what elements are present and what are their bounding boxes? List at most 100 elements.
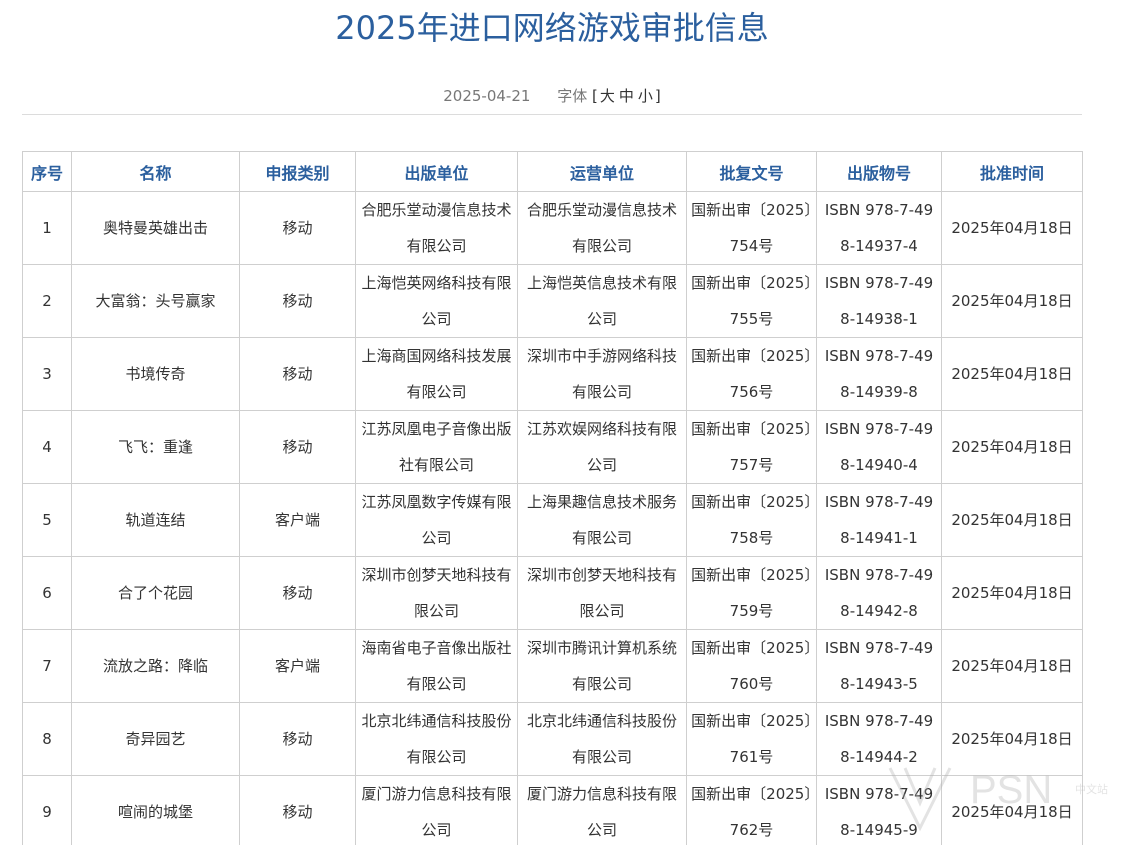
table-cell-approval-date: 2025年04月18日: [941, 191, 1083, 265]
table-cell-publisher: 上海商国网络科技发展有限公司: [355, 337, 518, 411]
table-cell-category: 移动: [239, 775, 356, 845]
publish-date: 2025-04-21: [443, 87, 531, 105]
table-cell-isbn: ISBN 978-7-498-14940-4: [816, 410, 942, 484]
table-cell-index: 7: [22, 629, 72, 703]
table-cell-publisher: 厦门游力信息科技有限公司: [355, 775, 518, 845]
column-header-approval-date: 批准时间: [941, 151, 1083, 192]
table-cell-index: 1: [22, 191, 72, 265]
table-cell-publisher: 海南省电子音像出版社有限公司: [355, 629, 518, 703]
table-cell-approval-date: 2025年04月18日: [941, 775, 1083, 845]
column-header-isbn: 出版物号: [816, 151, 942, 192]
table-cell-isbn: ISBN 978-7-498-14942-8: [816, 556, 942, 630]
table-cell-operator: 深圳市腾讯计算机系统有限公司: [517, 629, 687, 703]
table-cell-approval-no: 国新出审〔2025〕754号: [686, 191, 817, 265]
font-medium-button[interactable]: 中: [619, 87, 634, 105]
table-cell-approval-no: 国新出审〔2025〕756号: [686, 337, 817, 411]
font-large-button[interactable]: 大: [600, 87, 615, 105]
table-cell-approval-date: 2025年04月18日: [941, 556, 1083, 630]
table-cell-category: 移动: [239, 702, 356, 776]
table-cell-approval-date: 2025年04月18日: [941, 410, 1083, 484]
table-row: 9 喧闹的城堡 移动 厦门游力信息科技有限公司 厦门游力信息科技有限公司 国新出审〔202…: [22, 775, 1083, 845]
table-cell-publisher: 合肥乐堂动漫信息技术有限公司: [355, 191, 518, 265]
table-cell-approval-no: 国新出审〔2025〕762号: [686, 775, 817, 845]
table-cell-operator: 深圳市中手游网络科技有限公司: [517, 337, 687, 411]
table-cell-index: 4: [22, 410, 72, 484]
table-cell-isbn: ISBN 978-7-498-14944-2: [816, 702, 942, 776]
table-cell-name: 奥特曼英雄出击: [71, 191, 240, 265]
table-cell-index: 9: [22, 775, 72, 845]
table-cell-name: 奇异园艺: [71, 702, 240, 776]
table-cell-name: 流放之路：降临: [71, 629, 240, 703]
font-size-switcher: [大中小]: [592, 87, 661, 105]
table-cell-index: 8: [22, 702, 72, 776]
table-row: 7 流放之路：降临 客户端 海南省电子音像出版社有限公司 深圳市腾讯计算机系统有限公司国…: [22, 629, 1083, 703]
table-row: 3 书境传奇 移动 上海商国网络科技发展有限公司 深圳市中手游网络科技有限公司 国新出审〔…: [22, 337, 1083, 411]
column-header-publisher: 出版单位: [355, 151, 518, 192]
table-cell-category: 客户端: [239, 483, 356, 557]
table-row: 1 奥特曼英雄出击 移动 合肥乐堂动漫信息技术有限公司 合肥乐堂动漫信息技术有限公司 国新…: [22, 191, 1083, 265]
column-header-name: 名称: [71, 151, 240, 192]
table-cell-category: 移动: [239, 191, 356, 265]
table-cell-name: 轨道连结: [71, 483, 240, 557]
table-cell-approval-no: 国新出审〔2025〕757号: [686, 410, 817, 484]
table-cell-publisher: 江苏凤凰数字传媒有限公司: [355, 483, 518, 557]
table-row: 8 奇异园艺 移动 北京北纬通信科技股份有限公司 北京北纬通信科技股份有限公司 国新出审〔…: [22, 702, 1083, 776]
table-cell-isbn: ISBN 978-7-498-14937-4: [816, 191, 942, 265]
font-bracket-close: ]: [654, 87, 661, 105]
table-cell-category: 客户端: [239, 629, 356, 703]
table-cell-operator: 合肥乐堂动漫信息技术有限公司: [517, 191, 687, 265]
table-cell-category: 移动: [239, 337, 356, 411]
table-cell-operator: 江苏欢娱网络科技有限公司: [517, 410, 687, 484]
table-cell-approval-no: 国新出审〔2025〕758号: [686, 483, 817, 557]
table-header-row: 序号 名称 申报类别 出版单位 运营单位 批复文号 出版物号 批准时间: [22, 151, 1083, 192]
table-cell-publisher: 上海恺英网络科技有限公司: [355, 264, 518, 338]
table-row: 2 大富翁：头号赢家 移动 上海恺英网络科技有限公司 上海恺英信息技术有限公司 国新出审〔…: [22, 264, 1083, 338]
table-cell-index: 3: [22, 337, 72, 411]
table-cell-approval-no: 国新出审〔2025〕761号: [686, 702, 817, 776]
table-cell-name: 飞飞：重逢: [71, 410, 240, 484]
table-cell-operator: 深圳市创梦天地科技有限公司: [517, 556, 687, 630]
column-header-category: 申报类别: [239, 151, 356, 192]
table-cell-operator: 北京北纬通信科技股份有限公司: [517, 702, 687, 776]
column-header-index: 序号: [22, 151, 72, 192]
table-cell-index: 5: [22, 483, 72, 557]
table-cell-name: 合了个花园: [71, 556, 240, 630]
table-cell-name: 大富翁：头号赢家: [71, 264, 240, 338]
table-cell-isbn: ISBN 978-7-498-14945-9: [816, 775, 942, 845]
column-header-operator: 运营单位: [517, 151, 687, 192]
table-cell-approval-no: 国新出审〔2025〕759号: [686, 556, 817, 630]
font-size-label: 字体: [557, 87, 588, 105]
article-meta: 2025-04-21 字体 [大中小]: [0, 86, 1104, 106]
table-row: 6 合了个花园 移动 深圳市创梦天地科技有限公司 深圳市创梦天地科技有限公司 国新出审〔2…: [22, 556, 1083, 630]
title-divider: [22, 114, 1082, 115]
table-cell-approval-date: 2025年04月18日: [941, 264, 1083, 338]
table-cell-approval-date: 2025年04月18日: [941, 629, 1083, 703]
table-cell-isbn: ISBN 978-7-498-14943-5: [816, 629, 942, 703]
page: 2025年进口网络游戏审批信息 2025-04-21 字体 [大中小] 序号 名称…: [0, 0, 1123, 845]
column-header-approval-no: 批复文号: [686, 151, 817, 192]
table-cell-publisher: 深圳市创梦天地科技有限公司: [355, 556, 518, 630]
table-cell-publisher: 江苏凤凰电子音像出版社有限公司: [355, 410, 518, 484]
table-cell-name: 喧闹的城堡: [71, 775, 240, 845]
table-body: 1 奥特曼英雄出击 移动 合肥乐堂动漫信息技术有限公司 合肥乐堂动漫信息技术有限公司 国新…: [22, 191, 1083, 845]
table-cell-name: 书境传奇: [71, 337, 240, 411]
table-cell-isbn: ISBN 978-7-498-14941-1: [816, 483, 942, 557]
table-cell-publisher: 北京北纬通信科技股份有限公司: [355, 702, 518, 776]
table-cell-category: 移动: [239, 264, 356, 338]
table-cell-operator: 厦门游力信息科技有限公司: [517, 775, 687, 845]
table-cell-category: 移动: [239, 410, 356, 484]
table-cell-operator: 上海果趣信息技术服务有限公司: [517, 483, 687, 557]
table-cell-category: 移动: [239, 556, 356, 630]
table-cell-approval-date: 2025年04月18日: [941, 337, 1083, 411]
table-cell-operator: 上海恺英信息技术有限公司: [517, 264, 687, 338]
table-cell-approval-no: 国新出审〔2025〕755号: [686, 264, 817, 338]
table-cell-approval-date: 2025年04月18日: [941, 702, 1083, 776]
table-cell-index: 2: [22, 264, 72, 338]
table-row: 5 轨道连结 客户端 江苏凤凰数字传媒有限公司 上海果趣信息技术服务有限公司 国新出审〔2…: [22, 483, 1083, 557]
table-row: 4 飞飞：重逢 移动 江苏凤凰电子音像出版社有限公司 江苏欢娱网络科技有限公司 国新出审〔…: [22, 410, 1083, 484]
font-bracket-open: [: [592, 87, 598, 105]
table-cell-isbn: ISBN 978-7-498-14939-8: [816, 337, 942, 411]
table-cell-approval-no: 国新出审〔2025〕760号: [686, 629, 817, 703]
table-cell-index: 6: [22, 556, 72, 630]
font-small-button[interactable]: 小: [638, 87, 653, 105]
